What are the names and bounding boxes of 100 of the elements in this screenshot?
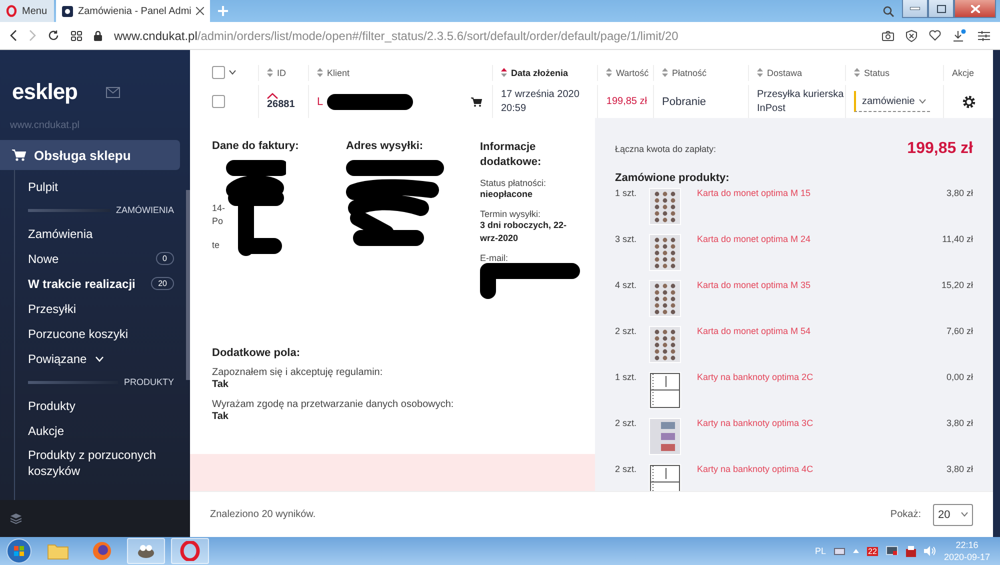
- folder-icon: [47, 542, 69, 560]
- sidebar-item[interactable]: Przesyłki: [15, 296, 190, 321]
- total-amount: 199,85 zł: [907, 140, 973, 158]
- lock-icon: [94, 30, 102, 40]
- sort-icon: [662, 68, 668, 77]
- download-icon[interactable]: [953, 29, 966, 42]
- close-button[interactable]: [954, 0, 996, 18]
- column-header[interactable]: Data złożenia: [511, 68, 568, 78]
- sidebar-item[interactable]: Zamówienia: [15, 221, 190, 246]
- network-icon[interactable]: [886, 546, 898, 556]
- back-icon[interactable]: [10, 30, 17, 41]
- product-link[interactable]: Karta do monet optima M 35: [697, 280, 811, 290]
- gimp-icon: [135, 542, 157, 560]
- sidebar-item[interactable]: W trakcie realizacji: [28, 276, 152, 290]
- taskbar-app[interactable]: [127, 538, 165, 564]
- product-link[interactable]: Karta do monet optima M 24: [697, 234, 811, 244]
- sidebar-item[interactable]: Produkty: [15, 393, 190, 418]
- count-badge: 0: [156, 252, 174, 265]
- maximize-button[interactable]: [928, 0, 954, 18]
- taskbar-app[interactable]: [171, 538, 209, 564]
- search-icon[interactable]: [883, 6, 894, 16]
- product-quantity: 3 szt.: [615, 234, 638, 246]
- product-quantity: 2 szt.: [615, 418, 638, 430]
- chevron-icon: [961, 512, 968, 517]
- product-link[interactable]: Karta do monet optima M 54: [697, 326, 811, 336]
- product-quantity: 4 szt.: [615, 280, 638, 292]
- results-count: Znaleziono 20 wyników.: [210, 509, 316, 520]
- column-header[interactable]: Wartość: [616, 68, 649, 78]
- banknote-sheet-drawing: [649, 418, 681, 455]
- shield-icon[interactable]: [906, 30, 917, 42]
- product-price: 3,80 zł: [946, 464, 973, 476]
- address-text: Po: [212, 216, 224, 226]
- tray-badge[interactable]: 22: [867, 546, 878, 556]
- favicon-icon: [62, 6, 73, 16]
- column-header[interactable]: Akcje: [952, 68, 974, 78]
- caret-icon[interactable]: [229, 70, 236, 75]
- field-value: Tak: [212, 378, 230, 391]
- sidebar-item[interactable]: Powiązane: [15, 346, 190, 371]
- sidebar-item[interactable]: Produkty z porzuconych koszyków: [15, 443, 190, 479]
- settings-icon[interactable]: [962, 94, 976, 108]
- sidebar-item[interactable]: Porzucone koszyki: [15, 321, 190, 346]
- address-field[interactable]: www.cndukat.pl/admin/orders/list/mode/open#/filter_status/2.3.5.6/sort/default/order/default/page/1/limit/20: [114, 28, 870, 42]
- sort-icon: [606, 68, 612, 77]
- product-price: 3,80 zł: [946, 188, 973, 200]
- field-label: Zapoznałem się i akceptuję regulamin:: [212, 367, 384, 378]
- count-badge: 20: [151, 277, 174, 290]
- section-title: Informacje dodatkowe:: [480, 140, 542, 170]
- close-icon[interactable]: [196, 7, 204, 15]
- column-header[interactable]: ID: [277, 68, 286, 78]
- product-quantity: 2 szt.: [615, 464, 638, 476]
- grid-icon[interactable]: [71, 30, 82, 40]
- sidebar-item[interactable]: Pulpit: [15, 174, 190, 199]
- field-label: E-mail:: [480, 253, 510, 263]
- section-heading: ZAMÓWIENIA: [116, 205, 174, 215]
- payment-method: Pobranie: [662, 96, 706, 108]
- logo[interactable]: esklep: [12, 79, 78, 105]
- address-text: 14-: [212, 203, 226, 213]
- product-price: 7,60 zł: [946, 326, 973, 338]
- page-size-select[interactable]: 20: [933, 504, 973, 526]
- printer-icon[interactable]: [906, 546, 916, 556]
- page-size-label: Pokaż:: [890, 509, 921, 520]
- coin-sheet-drawing: [649, 234, 681, 271]
- status-select[interactable]: zamówienie: [854, 91, 930, 112]
- sort-icon: [267, 68, 273, 77]
- product-link[interactable]: Karty na banknoty optima 3C: [697, 418, 814, 428]
- column-header[interactable]: Status: [864, 68, 890, 78]
- field-value: Tak: [212, 410, 230, 423]
- sidebar-item[interactable]: Nowe: [28, 252, 156, 266]
- product-link[interactable]: Karty na banknoty optima 2C: [697, 372, 814, 382]
- mail-icon[interactable]: [106, 86, 120, 98]
- reload-icon[interactable]: [48, 30, 59, 41]
- order-id[interactable]: 26881: [267, 99, 295, 110]
- product-link[interactable]: Karty na banknoty optima 4C: [697, 464, 814, 474]
- minimize-button[interactable]: [902, 0, 928, 18]
- heart-icon[interactable]: [929, 30, 941, 41]
- browser-tab[interactable]: Zamówienia - Panel Admi: [56, 0, 210, 22]
- column-header[interactable]: Dostawa: [767, 68, 802, 78]
- order-date: 17 września 2020 20:59: [501, 88, 580, 116]
- client-name[interactable]: L: [317, 96, 324, 108]
- sidebar-item[interactable]: Aukcje: [15, 418, 190, 443]
- row-checkbox[interactable]: [212, 95, 225, 108]
- keyboard-icon[interactable]: [834, 548, 846, 554]
- maximize-icon: [936, 4, 946, 12]
- field-value: nieopłacone: [480, 188, 534, 201]
- product-link[interactable]: Karta do monet optima M 15: [697, 188, 811, 198]
- cart-icon[interactable]: [471, 96, 482, 106]
- settings-icon[interactable]: [978, 30, 990, 40]
- layers-icon[interactable]: [10, 513, 22, 524]
- site-address: www.cndukat.pl: [10, 120, 80, 131]
- browser-tab[interactable]: Menu: [0, 0, 54, 22]
- field-label: Status płatności:: [480, 178, 548, 188]
- start-button[interactable]: [5, 538, 33, 564]
- coin-sheet-drawing: [649, 280, 681, 317]
- sidebar-section[interactable]: Obsługa sklepu: [0, 140, 180, 170]
- column-header[interactable]: Klient: [327, 68, 350, 78]
- sort-icon: [501, 68, 507, 77]
- camera-icon[interactable]: [882, 30, 894, 40]
- firefox-icon: [92, 541, 112, 561]
- select-all-checkbox[interactable]: [212, 66, 225, 79]
- column-header[interactable]: Płatność: [672, 68, 707, 78]
